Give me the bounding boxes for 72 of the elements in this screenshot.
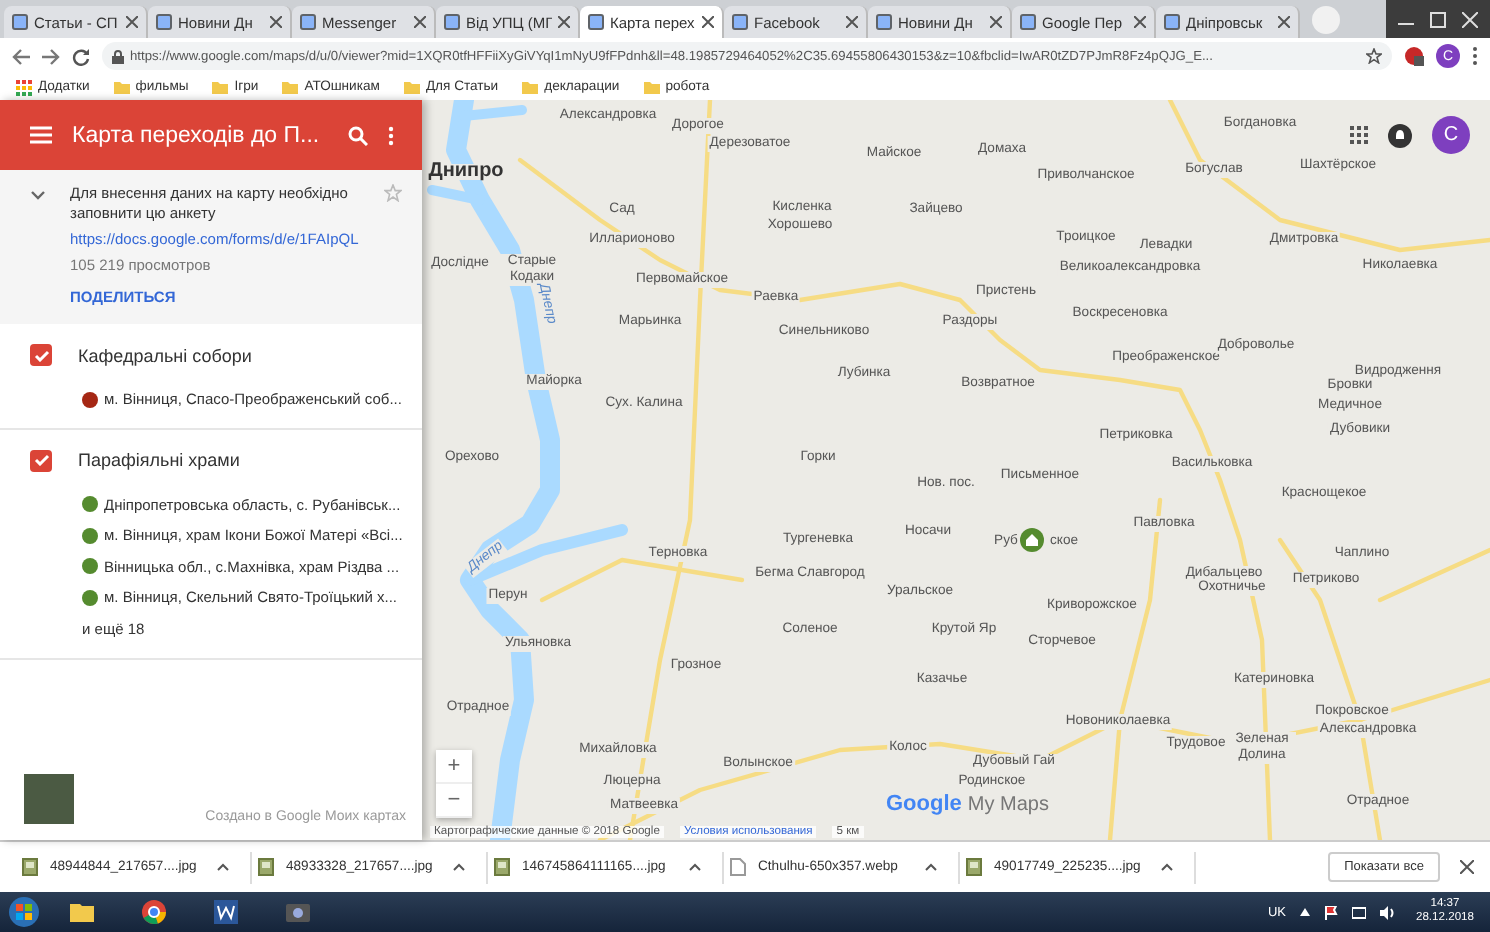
favicon-icon — [156, 14, 172, 30]
home-marker-icon[interactable] — [1020, 528, 1044, 552]
close-icon[interactable] — [990, 16, 1002, 28]
close-icon[interactable] — [1460, 860, 1474, 874]
search-icon[interactable] — [348, 125, 368, 145]
favicon-icon — [876, 14, 892, 30]
more-icon[interactable] — [1472, 46, 1478, 66]
reload-icon[interactable] — [72, 47, 90, 65]
start-button-icon[interactable] — [8, 896, 40, 928]
caret-up-icon[interactable] — [452, 862, 466, 872]
star-icon[interactable] — [1366, 48, 1382, 64]
folder-icon — [643, 80, 660, 94]
close-icon[interactable] — [846, 16, 858, 28]
folder-icon — [522, 80, 539, 94]
notifications-icon[interactable] — [1388, 123, 1412, 147]
caret-up-icon[interactable] — [688, 862, 702, 872]
folder-icon[interactable] — [68, 898, 96, 926]
forward-arrow-icon[interactable] — [42, 47, 60, 65]
image-file-icon — [258, 858, 274, 876]
image-file-icon — [966, 858, 982, 876]
close-icon[interactable] — [414, 16, 426, 28]
folder-icon — [113, 80, 130, 94]
favicon-icon — [12, 14, 28, 30]
caret-up-icon[interactable] — [1160, 862, 1174, 872]
image-file-icon — [494, 858, 510, 876]
close-icon[interactable] — [126, 16, 138, 28]
caret-up-icon[interactable] — [924, 862, 938, 872]
zoom-in-button[interactable]: + — [436, 750, 472, 784]
word-icon[interactable] — [212, 898, 240, 926]
favicon-icon — [1164, 14, 1180, 30]
favicon-icon — [732, 14, 748, 30]
chrome-icon[interactable] — [140, 898, 168, 926]
close-icon[interactable] — [270, 16, 282, 28]
close-icon[interactable] — [1134, 16, 1146, 28]
layer-checkbox[interactable] — [30, 449, 52, 471]
chevron-down-icon[interactable] — [30, 190, 46, 202]
maximize-icon[interactable] — [1430, 11, 1446, 27]
account-avatar[interactable]: C — [1432, 116, 1470, 154]
caret-up-icon[interactable] — [216, 862, 230, 872]
favicon-icon — [1020, 14, 1036, 30]
star-icon[interactable] — [384, 184, 402, 202]
product-name: My Maps — [967, 794, 1049, 816]
lock-icon — [112, 49, 124, 63]
favicon-icon — [588, 14, 604, 30]
folder-icon — [282, 80, 299, 94]
layer-checkbox[interactable] — [30, 344, 52, 366]
map-title: Карта переходів до П... — [72, 123, 322, 147]
apps-grid-icon — [16, 79, 32, 95]
zoom-out-button[interactable]: − — [436, 784, 472, 818]
folder-icon — [403, 80, 420, 94]
layer-title: Парафіяльні храми — [78, 450, 240, 470]
favicon-icon — [444, 14, 460, 30]
menu-icon[interactable] — [30, 126, 52, 144]
brand-logo: Google — [886, 792, 962, 816]
back-arrow-icon[interactable] — [12, 47, 30, 65]
camera-icon[interactable] — [284, 898, 312, 926]
favicon-icon — [300, 14, 316, 30]
volume-icon[interactable] — [1379, 905, 1396, 919]
more-icon[interactable] — [388, 125, 394, 145]
place-label: Днипро — [426, 164, 506, 180]
extension-icon[interactable] — [1404, 46, 1424, 66]
flag-icon[interactable] — [1323, 905, 1338, 919]
apps-grid-icon[interactable] — [1350, 126, 1368, 144]
close-icon[interactable] — [1278, 16, 1290, 28]
tray-arrow-icon[interactable] — [1299, 908, 1310, 916]
file-icon — [730, 858, 746, 876]
folder-icon — [212, 80, 229, 94]
close-icon[interactable] — [558, 16, 570, 28]
close-icon[interactable] — [702, 16, 714, 28]
layer-title: Кафедральні собори — [78, 345, 252, 365]
image-file-icon — [22, 858, 38, 876]
map-thumbnail — [24, 774, 74, 824]
